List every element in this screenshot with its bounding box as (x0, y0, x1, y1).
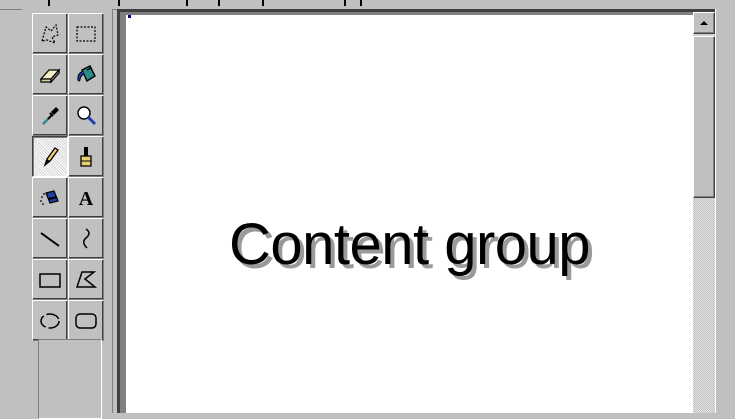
text-icon: A (79, 188, 94, 210)
tool-curve[interactable] (68, 218, 104, 259)
free-form-select-icon (41, 23, 59, 44)
tool-free-form-select[interactable] (32, 13, 68, 54)
vertical-scrollbar[interactable] (693, 12, 715, 413)
scroll-up-button[interactable] (693, 12, 715, 34)
rectangle-icon (39, 272, 61, 288)
arrow-up-icon (700, 21, 708, 25)
tool-options-box[interactable] (38, 339, 102, 419)
eraser-icon (39, 67, 61, 84)
content-group-label: Content group (228, 212, 591, 277)
tool-airbrush[interactable] (32, 177, 68, 218)
menu-divider (262, 0, 264, 6)
menu-divider (186, 0, 188, 6)
airbrush-icon (40, 189, 59, 205)
tool-polygon[interactable] (68, 259, 104, 300)
tool-brush[interactable] (68, 136, 104, 177)
tool-grid: A (32, 13, 104, 341)
curve-icon (83, 227, 90, 249)
rounded-rectangle-icon (75, 312, 97, 329)
scroll-thumb[interactable] (693, 36, 715, 198)
select-icon (76, 25, 96, 42)
fill-bucket-icon (77, 64, 96, 82)
line-icon (40, 231, 60, 247)
canvas-area: Content group (117, 9, 715, 413)
menu-divider (344, 0, 346, 6)
menu-divider (218, 0, 220, 6)
tool-line[interactable] (32, 218, 68, 259)
toolbox: A (22, 9, 113, 419)
tool-pencil[interactable] (32, 136, 68, 177)
tool-pick-color[interactable] (32, 95, 68, 136)
window-right-edge (715, 9, 735, 413)
tool-rectangle[interactable] (32, 259, 68, 300)
tool-select[interactable] (68, 13, 104, 54)
tool-text[interactable]: A (68, 177, 104, 218)
tool-ellipse[interactable] (32, 300, 68, 341)
eyedropper-icon (42, 106, 59, 125)
menu-divider (118, 0, 120, 6)
drawing-canvas[interactable]: Content group (126, 15, 693, 413)
resize-handle[interactable] (128, 15, 131, 18)
polygon-icon (75, 270, 98, 288)
tool-fill[interactable] (68, 54, 104, 95)
ellipse-icon (40, 312, 60, 329)
tool-magnifier[interactable] (68, 95, 104, 136)
text-tool-glyph: A (79, 188, 94, 210)
tool-rounded-rectangle[interactable] (68, 300, 104, 341)
tool-eraser[interactable] (32, 54, 68, 95)
brush-icon (80, 146, 92, 167)
menu-divider (48, 0, 50, 6)
magnifier-icon (77, 105, 97, 125)
pencil-icon (43, 146, 59, 167)
menu-divider (360, 0, 362, 6)
